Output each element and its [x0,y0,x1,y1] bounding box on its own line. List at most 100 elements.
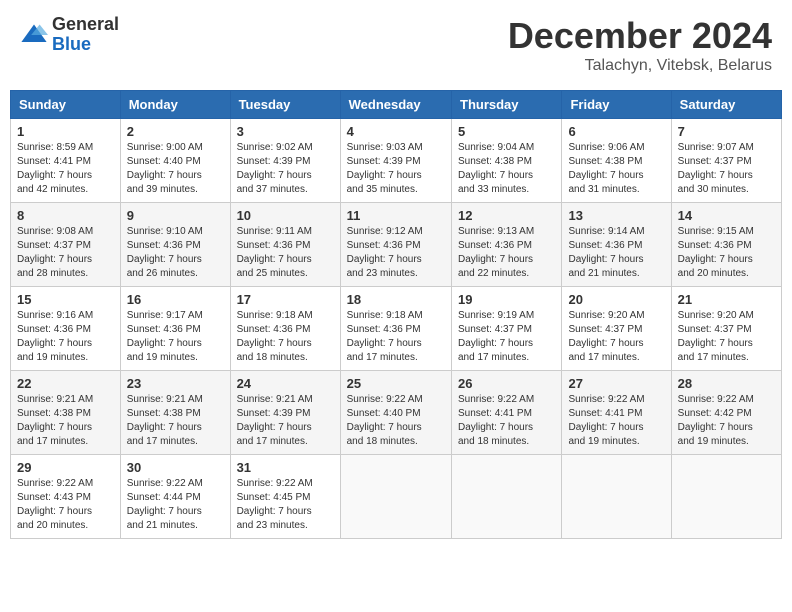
day-info: Sunrise: 9:13 AMSunset: 4:36 PMDaylight:… [458,226,534,279]
day-info: Sunrise: 9:14 AMSunset: 4:36 PMDaylight:… [568,226,644,279]
day-info: Sunrise: 9:12 AMSunset: 4:36 PMDaylight:… [347,226,423,279]
day-number: 30 [127,460,224,475]
day-number: 19 [458,292,555,307]
day-number: 4 [347,124,445,139]
table-row: 23 Sunrise: 9:21 AMSunset: 4:38 PMDaylig… [120,371,230,455]
table-row: 31 Sunrise: 9:22 AMSunset: 4:45 PMDaylig… [230,455,340,539]
table-row: 22 Sunrise: 9:21 AMSunset: 4:38 PMDaylig… [11,371,121,455]
day-number: 5 [458,124,555,139]
day-number: 23 [127,376,224,391]
day-number: 13 [568,208,664,223]
day-info: Sunrise: 9:21 AMSunset: 4:39 PMDaylight:… [237,394,313,447]
day-info: Sunrise: 9:22 AMSunset: 4:45 PMDaylight:… [237,478,313,531]
table-row: 2 Sunrise: 9:00 AMSunset: 4:40 PMDayligh… [120,119,230,203]
day-number: 6 [568,124,664,139]
day-number: 10 [237,208,334,223]
day-info: Sunrise: 9:21 AMSunset: 4:38 PMDaylight:… [17,394,93,447]
table-row: 24 Sunrise: 9:21 AMSunset: 4:39 PMDaylig… [230,371,340,455]
calendar-row: 29 Sunrise: 9:22 AMSunset: 4:43 PMDaylig… [11,455,782,539]
logo: General Blue [20,15,119,55]
day-number: 26 [458,376,555,391]
table-row: 6 Sunrise: 9:06 AMSunset: 4:38 PMDayligh… [562,119,671,203]
day-number: 2 [127,124,224,139]
col-thursday: Thursday [452,91,562,119]
day-info: Sunrise: 9:22 AMSunset: 4:40 PMDaylight:… [347,394,423,447]
table-row: 15 Sunrise: 9:16 AMSunset: 4:36 PMDaylig… [11,287,121,371]
day-info: Sunrise: 9:15 AMSunset: 4:36 PMDaylight:… [678,226,754,279]
day-info: Sunrise: 9:20 AMSunset: 4:37 PMDaylight:… [678,310,754,363]
day-info: Sunrise: 9:03 AMSunset: 4:39 PMDaylight:… [347,142,423,195]
day-info: Sunrise: 9:17 AMSunset: 4:36 PMDaylight:… [127,310,203,363]
day-number: 14 [678,208,775,223]
table-row: 27 Sunrise: 9:22 AMSunset: 4:41 PMDaylig… [562,371,671,455]
day-number: 18 [347,292,445,307]
col-saturday: Saturday [671,91,781,119]
calendar-row: 8 Sunrise: 9:08 AMSunset: 4:37 PMDayligh… [11,203,782,287]
day-info: Sunrise: 9:22 AMSunset: 4:43 PMDaylight:… [17,478,93,531]
day-info: Sunrise: 9:07 AMSunset: 4:37 PMDaylight:… [678,142,754,195]
day-info: Sunrise: 9:18 AMSunset: 4:36 PMDaylight:… [347,310,423,363]
day-info: Sunrise: 9:08 AMSunset: 4:37 PMDaylight:… [17,226,93,279]
logo-blue: Blue [52,35,119,55]
day-number: 9 [127,208,224,223]
logo-icon [20,21,48,49]
table-row: 21 Sunrise: 9:20 AMSunset: 4:37 PMDaylig… [671,287,781,371]
day-info: Sunrise: 9:16 AMSunset: 4:36 PMDaylight:… [17,310,93,363]
table-row: 4 Sunrise: 9:03 AMSunset: 4:39 PMDayligh… [340,119,451,203]
table-row: 8 Sunrise: 9:08 AMSunset: 4:37 PMDayligh… [11,203,121,287]
location: Talachyn, Vitebsk, Belarus [508,57,772,75]
day-info: Sunrise: 9:10 AMSunset: 4:36 PMDaylight:… [127,226,203,279]
day-info: Sunrise: 9:06 AMSunset: 4:38 PMDaylight:… [568,142,644,195]
day-number: 1 [17,124,114,139]
day-info: Sunrise: 9:02 AMSunset: 4:39 PMDaylight:… [237,142,313,195]
day-number: 27 [568,376,664,391]
table-row: 16 Sunrise: 9:17 AMSunset: 4:36 PMDaylig… [120,287,230,371]
table-row: 9 Sunrise: 9:10 AMSunset: 4:36 PMDayligh… [120,203,230,287]
col-tuesday: Tuesday [230,91,340,119]
table-row: 3 Sunrise: 9:02 AMSunset: 4:39 PMDayligh… [230,119,340,203]
calendar-table: Sunday Monday Tuesday Wednesday Thursday… [10,90,782,539]
day-number: 7 [678,124,775,139]
day-number: 17 [237,292,334,307]
logo-general: General [52,15,119,35]
day-number: 24 [237,376,334,391]
calendar-row: 15 Sunrise: 9:16 AMSunset: 4:36 PMDaylig… [11,287,782,371]
day-number: 12 [458,208,555,223]
day-info: Sunrise: 9:04 AMSunset: 4:38 PMDaylight:… [458,142,534,195]
day-number: 15 [17,292,114,307]
day-info: Sunrise: 9:22 AMSunset: 4:41 PMDaylight:… [458,394,534,447]
table-row [671,455,781,539]
day-number: 31 [237,460,334,475]
table-row [562,455,671,539]
table-row: 12 Sunrise: 9:13 AMSunset: 4:36 PMDaylig… [452,203,562,287]
day-number: 21 [678,292,775,307]
table-row: 7 Sunrise: 9:07 AMSunset: 4:37 PMDayligh… [671,119,781,203]
table-row: 30 Sunrise: 9:22 AMSunset: 4:44 PMDaylig… [120,455,230,539]
day-number: 29 [17,460,114,475]
day-info: Sunrise: 8:59 AMSunset: 4:41 PMDaylight:… [17,142,93,195]
table-row: 10 Sunrise: 9:11 AMSunset: 4:36 PMDaylig… [230,203,340,287]
col-sunday: Sunday [11,91,121,119]
day-number: 16 [127,292,224,307]
table-row: 28 Sunrise: 9:22 AMSunset: 4:42 PMDaylig… [671,371,781,455]
table-row: 18 Sunrise: 9:18 AMSunset: 4:36 PMDaylig… [340,287,451,371]
day-info: Sunrise: 9:22 AMSunset: 4:41 PMDaylight:… [568,394,644,447]
table-row: 1 Sunrise: 8:59 AMSunset: 4:41 PMDayligh… [11,119,121,203]
table-row: 5 Sunrise: 9:04 AMSunset: 4:38 PMDayligh… [452,119,562,203]
day-info: Sunrise: 9:20 AMSunset: 4:37 PMDaylight:… [568,310,644,363]
day-number: 8 [17,208,114,223]
table-row: 20 Sunrise: 9:20 AMSunset: 4:37 PMDaylig… [562,287,671,371]
day-info: Sunrise: 9:18 AMSunset: 4:36 PMDaylight:… [237,310,313,363]
day-number: 11 [347,208,445,223]
day-number: 20 [568,292,664,307]
day-info: Sunrise: 9:19 AMSunset: 4:37 PMDaylight:… [458,310,534,363]
col-monday: Monday [120,91,230,119]
table-row: 29 Sunrise: 9:22 AMSunset: 4:43 PMDaylig… [11,455,121,539]
col-friday: Friday [562,91,671,119]
day-number: 25 [347,376,445,391]
title-section: December 2024 Talachyn, Vitebsk, Belarus [508,15,772,75]
table-row: 13 Sunrise: 9:14 AMSunset: 4:36 PMDaylig… [562,203,671,287]
day-number: 3 [237,124,334,139]
day-info: Sunrise: 9:22 AMSunset: 4:42 PMDaylight:… [678,394,754,447]
day-number: 28 [678,376,775,391]
